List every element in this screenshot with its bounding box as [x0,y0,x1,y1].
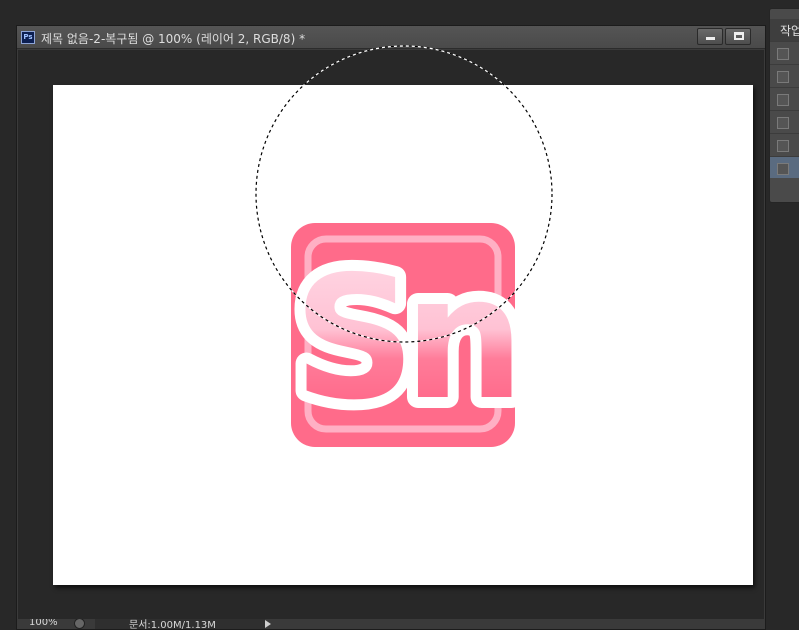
panel-row-selected[interactable] [770,156,799,178]
panel-row[interactable] [770,64,799,86]
logo-letters-fill: Sn [293,240,512,438]
panel-row-checkbox[interactable] [777,71,789,83]
logo-letters: Sn Sn [282,229,535,449]
panel-row-checkbox[interactable] [777,48,789,60]
document-size-info[interactable]: 문서:1.00M/1.13M [95,619,265,629]
minimize-button[interactable] [697,28,723,45]
photoshop-app-icon: Ps [21,31,35,44]
panel-row-checkbox[interactable] [777,163,789,175]
sn-logo: Sn Sn [282,223,536,449]
panel-row-checkbox[interactable] [777,117,789,129]
panel-row[interactable] [770,87,799,109]
photoshop-workspace: Ps 제목 없음-2-복구됨 @ 100% (레이어 2, RGB/8) * S… [0,0,799,630]
panel-row[interactable] [770,110,799,132]
document-titlebar[interactable]: Ps 제목 없음-2-복구됨 @ 100% (레이어 2, RGB/8) * [17,26,765,49]
panel-row[interactable] [770,41,799,63]
canvas-area[interactable]: Sn Sn [18,45,764,620]
panel-header[interactable]: 작업 [770,19,799,41]
zoom-level-field[interactable]: 100% [29,619,58,628]
maximize-icon [734,32,744,40]
document-canvas[interactable]: Sn Sn [53,45,753,585]
panel-row[interactable] [770,133,799,155]
document-window[interactable]: Ps 제목 없음-2-복구됨 @ 100% (레이어 2, RGB/8) * S… [16,25,766,630]
history-panel[interactable]: 작업 [769,8,799,203]
canvas-artwork: Sn Sn [255,45,553,449]
status-menu-arrow-icon[interactable] [265,620,271,628]
maximize-button[interactable] [725,28,751,45]
minimize-icon [706,37,715,40]
panel-row-checkbox[interactable] [777,94,789,106]
document-title: 제목 없음-2-복구됨 @ 100% (레이어 2, RGB/8) * [41,32,306,46]
status-bar: 100% 문서:1.00M/1.13M [17,619,765,629]
status-info-icon[interactable] [74,619,85,629]
panel-row-checkbox[interactable] [777,140,789,152]
